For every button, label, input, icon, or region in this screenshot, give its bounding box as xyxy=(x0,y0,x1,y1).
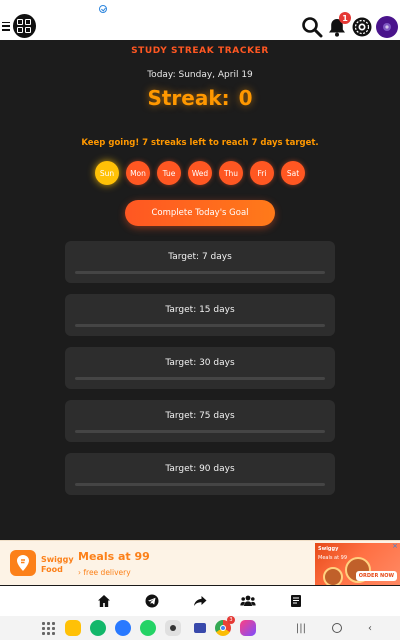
top-app-bar: 1 xyxy=(0,0,400,40)
nav-group-button[interactable] xyxy=(240,593,256,609)
day-tue[interactable]: Tue xyxy=(157,161,181,185)
target-card-15: Target: 15 days xyxy=(65,294,335,336)
notifications-button[interactable]: 1 xyxy=(326,12,351,38)
ad-food-image: Swiggy Meals at 99 ORDER NOW xyxy=(315,543,400,585)
system-navigation-bar: 3 ||| ‹ xyxy=(0,616,400,640)
header-actions: 1 xyxy=(301,12,398,40)
complete-goal-button[interactable]: Complete Today's Goal xyxy=(125,200,275,226)
home-icon xyxy=(98,595,110,607)
weekday-row: Sun Mon Tue Wed Thu Fri Sat xyxy=(95,161,305,185)
day-sun[interactable]: Sun xyxy=(95,161,119,185)
phone-icon[interactable] xyxy=(90,620,106,636)
menu-icon xyxy=(2,21,10,31)
ad-close-icon[interactable]: × xyxy=(391,542,399,550)
streak-tracker-panel: STUDY STREAK TRACKER Today: Sunday, Apri… xyxy=(0,40,400,540)
notes-icon xyxy=(291,595,301,607)
today-date: Today: Sunday, April 19 xyxy=(147,70,253,80)
target-card-30: Target: 30 days xyxy=(65,347,335,389)
verified-icon xyxy=(99,5,107,13)
target-progress-bar xyxy=(75,324,325,327)
email-icon[interactable] xyxy=(194,623,206,633)
streak-value: 0 xyxy=(238,86,253,110)
nav-notes-button[interactable] xyxy=(288,593,304,609)
nav-telegram-button[interactable] xyxy=(144,593,160,609)
telegram-icon xyxy=(145,594,159,608)
target-progress-bar xyxy=(75,483,325,486)
chrome-icon[interactable]: 3 xyxy=(215,616,235,636)
day-fri[interactable]: Fri xyxy=(250,161,274,185)
home-circle-icon[interactable] xyxy=(332,623,342,633)
ad-order-now-button[interactable]: ORDER NOW xyxy=(355,571,397,581)
menu-button[interactable] xyxy=(2,14,36,38)
settings-button[interactable] xyxy=(351,16,373,38)
ad-banner[interactable]: Swiggy Food Meals at 99 › free delivery … xyxy=(0,540,400,585)
profile-button[interactable] xyxy=(376,16,398,38)
search-icon xyxy=(302,17,323,38)
day-wed[interactable]: Wed xyxy=(188,161,212,185)
target-card-75: Target: 75 days xyxy=(65,400,335,442)
target-progress-bar xyxy=(75,377,325,380)
search-button[interactable] xyxy=(301,16,323,38)
gallery-icon[interactable] xyxy=(240,620,256,636)
ad-headline: Meals at 99 xyxy=(78,550,150,563)
system-nav-buttons: ||| ‹ xyxy=(296,620,372,636)
target-label: Target: 15 days xyxy=(165,305,235,315)
streak-label: Streak: xyxy=(147,86,230,110)
target-label: Target: 7 days xyxy=(168,252,232,262)
ad-brand: Swiggy Food xyxy=(41,555,74,575)
day-mon[interactable]: Mon xyxy=(126,161,150,185)
chrome-badge: 3 xyxy=(227,616,235,624)
ad-subline: › free delivery xyxy=(78,568,131,577)
day-thu[interactable]: Thu xyxy=(219,161,243,185)
notification-badge: 1 xyxy=(339,12,351,24)
streak-counter: Streak: 0 xyxy=(0,86,400,110)
messages-icon[interactable] xyxy=(115,620,131,636)
target-label: Target: 90 days xyxy=(165,464,235,474)
swiggy-logo-icon xyxy=(10,550,36,576)
avatar-icon xyxy=(376,16,398,38)
target-card-90: Target: 90 days xyxy=(65,453,335,495)
grid-icon xyxy=(12,14,36,38)
files-icon[interactable] xyxy=(65,620,81,636)
app-title: STUDY STREAK TRACKER xyxy=(131,46,269,56)
group-icon xyxy=(240,595,256,606)
settings-icon xyxy=(352,17,372,37)
app-drawer-icon[interactable] xyxy=(40,620,56,636)
target-card-7: Target: 7 days xyxy=(65,241,335,283)
share-icon xyxy=(194,596,207,606)
whatsapp-icon[interactable] xyxy=(140,620,156,636)
nav-home-button[interactable] xyxy=(96,593,112,609)
target-progress-bar xyxy=(75,271,325,274)
target-label: Target: 30 days xyxy=(165,358,235,368)
target-label: Target: 75 days xyxy=(165,411,235,421)
motivation-message: Keep going! 7 streaks left to reach 7 da… xyxy=(81,138,319,148)
target-progress-bar xyxy=(75,430,325,433)
ad-brand-line2: Food xyxy=(41,565,63,574)
ad-image-brand: Swiggy xyxy=(318,546,339,552)
back-icon[interactable]: ‹ xyxy=(368,623,372,634)
ad-image-text: Meals at 99 xyxy=(318,555,348,561)
recents-icon[interactable]: ||| xyxy=(296,623,306,634)
camera-icon[interactable] xyxy=(165,620,181,636)
nav-share-button[interactable] xyxy=(192,593,208,609)
bottom-nav xyxy=(0,586,400,616)
day-sat[interactable]: Sat xyxy=(281,161,305,185)
ad-brand-line1: Swiggy xyxy=(41,555,74,564)
app-dock: 3 xyxy=(40,616,256,636)
